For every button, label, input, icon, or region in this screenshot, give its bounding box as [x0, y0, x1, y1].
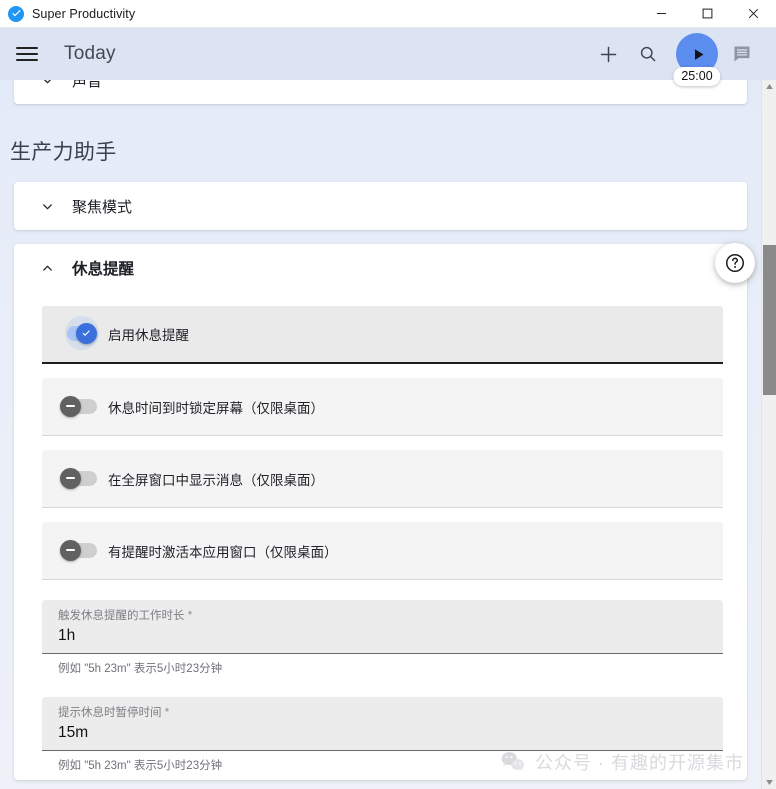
field-block-break-duration: 提示休息时暂停时间 * 15m 例如 "5h 23m" 表示5小时23分钟 — [42, 696, 723, 774]
app-title: Super Productivity — [32, 6, 136, 21]
toggle-row-enable-break-reminder[interactable]: 启用休息提醒 — [42, 306, 723, 364]
toggle-switch-fullscreen-message[interactable] — [60, 467, 98, 490]
scrollbar-thumb[interactable] — [763, 245, 776, 395]
section-heading-productivity: 生产力助手 — [10, 141, 117, 164]
chevron-down-icon — [38, 197, 56, 215]
settings-content: 声音 生产力助手 聚焦模式 休息提醒 启用休息提醒 休息时间到时锁定屏幕（仅限桌… — [0, 80, 776, 789]
required-marker: * — [164, 706, 170, 719]
panel-break-reminder-title: 休息提醒 — [72, 261, 135, 278]
panel-sound-title: 声音 — [72, 80, 103, 90]
toggle-label: 在全屏窗口中显示消息（仅限桌面） — [108, 472, 324, 488]
panel-focus-mode-title: 聚焦模式 — [72, 198, 133, 216]
panel-sound-header[interactable]: 声音 — [14, 80, 747, 104]
hamburger-menu-icon[interactable] — [16, 41, 42, 67]
panel-sound[interactable]: 声音 — [14, 80, 747, 104]
pomodoro-timer[interactable]: 25:00 — [673, 31, 721, 86]
field-label: 触发休息提醒的工作时长 * — [58, 609, 707, 624]
panel-focus-mode-header[interactable]: 聚焦模式 — [14, 182, 747, 230]
help-button[interactable] — [715, 243, 755, 283]
app-toolbar: Today 25:00 — [0, 28, 776, 86]
toggle-label: 启用休息提醒 — [108, 328, 189, 343]
check-circle-icon — [8, 5, 24, 22]
toggle-row-lock-screen[interactable]: 休息时间到时锁定屏幕（仅限桌面） — [42, 378, 723, 436]
field-value: 1h — [58, 626, 76, 644]
window-controls — [638, 0, 776, 28]
minus-icon — [60, 395, 81, 417]
chevron-up-icon — [38, 259, 56, 277]
vertical-scrollbar[interactable] — [761, 80, 776, 789]
toggle-label: 有提醒时激活本应用窗口（仅限桌面） — [108, 544, 338, 560]
field-spacer — [14, 580, 747, 600]
close-button[interactable] — [730, 0, 776, 28]
window-titlebar: Super Productivity — [0, 0, 776, 28]
panel-break-reminder-body: 启用休息提醒 休息时间到时锁定屏幕（仅限桌面） 在全屏窗口中显示消息（仅限桌面）… — [14, 292, 747, 780]
help-circle-icon — [726, 254, 744, 272]
panel-focus-mode[interactable]: 聚焦模式 — [14, 182, 747, 230]
field-break-duration[interactable]: 提示休息时暂停时间 * 15m — [42, 696, 723, 751]
settings-scroll-area: 声音 生产力助手 聚焦模式 休息提醒 启用休息提醒 休息时间到时锁定屏幕（仅限桌… — [0, 80, 761, 789]
row-gap — [14, 508, 747, 522]
page-title: Today — [64, 43, 116, 64]
toggle-row-focus-window[interactable]: 有提醒时激活本应用窗口（仅限桌面） — [42, 522, 723, 580]
row-gap — [14, 436, 747, 450]
row-gap — [14, 364, 747, 378]
field-label: 提示休息时暂停时间 * — [58, 706, 707, 721]
plus-icon[interactable] — [588, 34, 628, 74]
field-spacer — [14, 677, 747, 697]
check-icon — [76, 323, 97, 344]
field-value: 15m — [58, 723, 89, 741]
toggle-switch-lock-screen[interactable] — [60, 395, 98, 418]
toggle-row-fullscreen-message[interactable]: 在全屏窗口中显示消息（仅限桌面） — [42, 450, 723, 508]
panel-break-reminder-header[interactable]: 休息提醒 — [14, 244, 747, 292]
chevron-down-icon — [38, 80, 56, 89]
field-work-duration[interactable]: 触发休息提醒的工作时长 * 1h — [42, 600, 723, 654]
field-label-text: 触发休息提醒的工作时长 — [58, 610, 185, 622]
toggle-label: 休息时间到时锁定屏幕（仅限桌面） — [108, 400, 324, 416]
panel-break-reminder: 休息提醒 启用休息提醒 休息时间到时锁定屏幕（仅限桌面） 在全屏窗口中显示消息（… — [14, 244, 747, 780]
triangle-up-icon[interactable] — [762, 80, 776, 93]
search-icon[interactable] — [628, 34, 668, 74]
maximize-button[interactable] — [684, 0, 730, 28]
triangle-down-icon[interactable] — [762, 776, 776, 789]
field-hint: 例如 "5h 23m" 表示5小时23分钟 — [58, 759, 223, 772]
timer-value-badge: 25:00 — [673, 67, 721, 86]
notes-icon[interactable] — [722, 34, 762, 74]
field-hint: 例如 "5h 23m" 表示5小时23分钟 — [58, 662, 223, 675]
minus-icon — [60, 539, 81, 561]
minus-icon — [60, 467, 81, 489]
toggle-switch-focus-window[interactable] — [60, 539, 98, 562]
toggle-switch-enable-break-reminder[interactable] — [60, 316, 99, 350]
field-label-text: 提示休息时暂停时间 — [58, 706, 162, 719]
required-marker: * — [187, 610, 193, 622]
field-block-work-duration: 触发休息提醒的工作时长 * 1h 例如 "5h 23m" 表示5小时23分钟 — [42, 600, 723, 677]
minimize-button[interactable] — [638, 0, 684, 28]
